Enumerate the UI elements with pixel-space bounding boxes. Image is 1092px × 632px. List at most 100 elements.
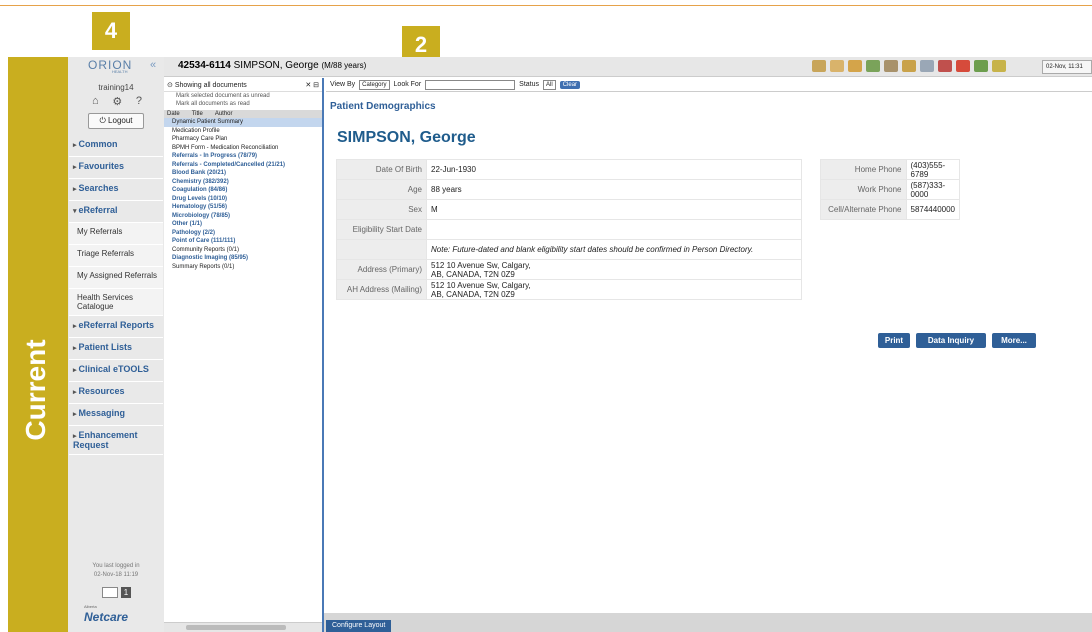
home-icon[interactable]: ⌂ xyxy=(92,95,99,108)
doc-toolbar: ⊙ Showing all documents ✕ ⊟ xyxy=(164,78,322,92)
help-icon[interactable]: ? xyxy=(136,95,142,108)
last-login-line: 02-Nov-18 11:19 xyxy=(93,572,139,578)
more-button[interactable]: More... xyxy=(992,333,1036,348)
menu-item[interactable]: ▸ Common xyxy=(69,135,163,157)
document-item[interactable]: Coagulation (84/86) xyxy=(164,186,322,195)
category-select[interactable]: Category xyxy=(359,79,390,90)
flask-icon[interactable] xyxy=(884,60,898,72)
document-item[interactable]: Summary Reports (0/1) xyxy=(164,263,322,272)
cross-icon[interactable] xyxy=(866,60,880,72)
data-inquiry-button[interactable]: Data Inquiry xyxy=(916,333,986,348)
col-title[interactable]: Title xyxy=(192,111,203,117)
document-item[interactable]: Pathology (2/2) xyxy=(164,229,322,238)
document-item[interactable]: Medication Profile xyxy=(164,127,322,136)
field-label: Address (Primary) xyxy=(336,259,427,280)
close-icon[interactable]: ✕ ⊟ xyxy=(305,81,319,89)
clear-button[interactable]: Clear xyxy=(559,80,581,89)
menu-item[interactable]: ▾ eReferral xyxy=(69,201,163,223)
menu-item[interactable]: Health Services Catalogue xyxy=(69,289,163,316)
field-value: 22-Jun-1930 xyxy=(426,159,802,180)
patient-name: SIMPSON, George xyxy=(233,60,319,71)
demographic-row: Sex M xyxy=(336,199,802,220)
look-for-input[interactable] xyxy=(425,79,516,90)
logout-label: Logout xyxy=(108,116,133,125)
mark-read-link[interactable]: Mark all documents as read xyxy=(164,100,322,108)
patient-id: 42534-6114 xyxy=(178,60,231,71)
document-item[interactable]: Microbiology (78/85) xyxy=(164,212,322,221)
menu-label: eReferral Reports xyxy=(78,320,155,330)
logout-button[interactable]: ⏻ Logout xyxy=(88,113,144,129)
document-item[interactable]: BPMH Form - Medication Reconciliation xyxy=(164,144,322,153)
footer-bar: Configure Layout xyxy=(324,613,1092,632)
print-button[interactable]: Print xyxy=(878,333,910,348)
menu-item[interactable]: ▸ Patient Lists xyxy=(69,338,163,360)
demographics-right: Home Phone (403)555-6789 Work Phone (587)33… xyxy=(820,159,960,220)
arrow-icon: ▸ xyxy=(73,323,77,330)
glasses-icon[interactable] xyxy=(848,60,862,72)
menu-item[interactable]: ▸ Favourites xyxy=(69,157,163,179)
showing-all-docs[interactable]: ⊙ Showing all documents xyxy=(167,81,247,89)
field-label: Eligibility Start Date xyxy=(336,219,427,240)
menu-label: Patient Lists xyxy=(78,342,133,352)
document-item[interactable]: Chemistry (382/392) xyxy=(164,178,322,187)
document-item[interactable]: Diagnostic Imaging (85/95) xyxy=(164,254,322,263)
document-item[interactable]: Blood Bank (20/21) xyxy=(164,169,322,178)
gear-icon[interactable]: ⚙ xyxy=(112,95,122,108)
field-label: Home Phone xyxy=(820,159,907,180)
configure-layout-button[interactable]: Configure Layout xyxy=(326,620,392,632)
document-item[interactable]: Referrals - In Progress (78/79) xyxy=(164,152,322,161)
document-item[interactable]: Hematology (51/56) xyxy=(164,203,322,212)
patient-header: 42534-6114 SIMPSON, George (M/88 years) … xyxy=(164,57,1092,77)
menu-item[interactable]: ▸ Messaging xyxy=(69,404,163,426)
document-item[interactable]: Pharmacy Care Plan xyxy=(164,135,322,144)
document-item[interactable]: Other (1/1) xyxy=(164,220,322,229)
menu-item[interactable]: My Assigned Referrals xyxy=(69,267,163,289)
status-select[interactable]: All xyxy=(543,79,556,90)
menu-item[interactable]: ▸ Clinical eTOOLS xyxy=(69,360,163,382)
menu-item[interactable]: ▸ Searches xyxy=(69,179,163,201)
mail-icon[interactable] xyxy=(102,587,118,598)
top-divider xyxy=(0,5,1092,6)
menu-label: eReferral xyxy=(78,205,118,215)
field-value: 512 10 Avenue Sw, Calgary, AB, CANADA, T2… xyxy=(426,259,802,280)
pills-icon[interactable] xyxy=(956,60,970,72)
patient-title: SIMPSON, George xyxy=(337,129,476,146)
scroll-icon[interactable] xyxy=(830,60,844,72)
col-date[interactable]: Date xyxy=(167,111,180,117)
doctor-icon[interactable] xyxy=(974,60,988,72)
menu-item[interactable]: ▸ Resources xyxy=(69,382,163,404)
collapse-nav-icon[interactable]: « xyxy=(150,59,156,71)
menu-item[interactable]: Triage Referrals xyxy=(69,245,163,267)
document-item[interactable]: Referrals - Completed/Cancelled (21/21) xyxy=(164,161,322,170)
demographic-row: Age 88 years xyxy=(336,179,802,200)
doc-scrollbar[interactable] xyxy=(164,622,322,632)
document-panel: ⊙ Showing all documents ✕ ⊟ Mark selecte… xyxy=(164,78,324,632)
mark-unread-link[interactable]: Mark selected document as unread xyxy=(164,92,322,100)
menu-label: Favourites xyxy=(78,161,125,171)
bandage-icon[interactable] xyxy=(902,60,916,72)
eye-icon[interactable] xyxy=(938,60,952,72)
menu-item[interactable]: ▸ eReferral Reports xyxy=(69,316,163,338)
document-item[interactable]: Point of Care (111/111) xyxy=(164,237,322,246)
arrow-icon: ▸ xyxy=(73,142,77,149)
showing-label: Showing all documents xyxy=(174,81,247,89)
arrow-icon: ▸ xyxy=(73,164,77,171)
field-label xyxy=(336,239,427,260)
document-item[interactable]: Dynamic Patient Summary xyxy=(164,118,322,127)
document-item[interactable]: Drug Levels (10/10) xyxy=(164,195,322,204)
status-label: Status xyxy=(519,81,540,88)
demographics-left: Date Of Birth 22-Jun-1930 Age 88 years Sex M E… xyxy=(336,159,802,300)
view-by-label: View By xyxy=(330,81,356,88)
scroll-thumb[interactable] xyxy=(186,625,286,630)
demographic-row: Home Phone (403)555-6789 xyxy=(820,159,960,180)
field-label: Date Of Birth xyxy=(336,159,427,180)
col-author[interactable]: Author xyxy=(215,111,233,117)
menu-item[interactable]: ▸ Enhancement Request xyxy=(69,426,163,455)
menu-item[interactable]: My Referrals xyxy=(69,223,163,245)
notes-icon[interactable] xyxy=(812,60,826,72)
document-icon[interactable] xyxy=(920,60,934,72)
search-icon[interactable] xyxy=(992,60,1006,72)
field-label: AH Address (Mailing) xyxy=(336,279,427,300)
mail-row[interactable]: 1 xyxy=(102,587,131,598)
document-item[interactable]: Community Reports (0/1) xyxy=(164,246,322,255)
